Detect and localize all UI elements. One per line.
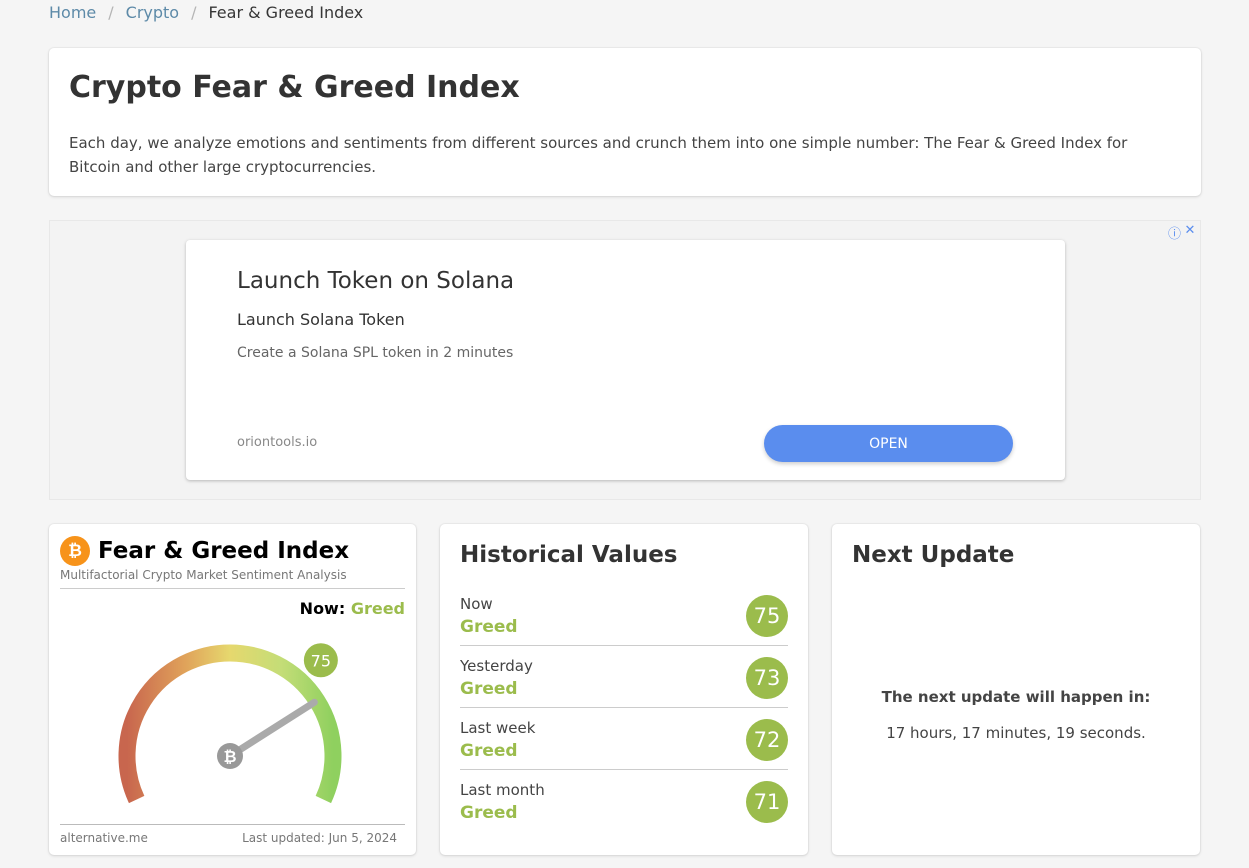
history-classification: Greed [460, 803, 518, 823]
history-classification: Greed [460, 740, 518, 761]
widget-last-updated: Last updated: Jun 5, 2024 [242, 831, 397, 845]
breadcrumb-home-link[interactable]: Home [49, 3, 96, 22]
history-period: Yesterday [460, 656, 533, 675]
ad-choices: ⓘ ✕ [1168, 223, 1196, 242]
now-status: Now: Greed [60, 599, 405, 618]
history-period: Last week [460, 718, 536, 737]
history-period: Now [460, 594, 493, 613]
gauge-hub-symbol: ₿ [223, 747, 236, 766]
history-value-badge: 75 [746, 594, 788, 637]
now-label: Now: [299, 599, 346, 618]
list-item: Yesterday Greed 73 [460, 646, 788, 708]
widget-header: ₿ Fear & Greed Index [60, 536, 405, 566]
historical-list: Now Greed 75 Yesterday Greed 73 Last wee… [460, 584, 788, 832]
gauge-value-text: 75 [311, 651, 331, 670]
ad-subheadline: Launch Solana Token [237, 310, 405, 329]
history-value-badge: 72 [746, 718, 788, 761]
ad-headline[interactable]: Launch Token on Solana [237, 268, 514, 294]
breadcrumb: Home / Crypto / Fear & Greed Index [49, 2, 363, 22]
historical-title: Historical Values [460, 542, 678, 568]
widget-subtitle: Multifactorial Crypto Market Sentiment A… [60, 568, 405, 589]
widget-source: alternative.me [60, 831, 148, 845]
widget-title: Fear & Greed Index [98, 538, 350, 564]
list-item: Last month Greed 71 [460, 770, 788, 832]
history-classification: Greed [460, 678, 518, 699]
ad-card[interactable]: Launch Token on Solana Launch Solana Tok… [186, 240, 1065, 480]
gauge-arc [118, 644, 342, 804]
page-title: Crypto Fear & Greed Index [69, 70, 520, 105]
ad-container: ⓘ ✕ Launch Token on Solana Launch Solana… [49, 220, 1201, 500]
breadcrumb-separator: / [191, 2, 197, 22]
now-classification: Greed [350, 599, 405, 618]
history-period: Last month [460, 781, 545, 799]
breadcrumb-current: Fear & Greed Index [208, 2, 364, 22]
breadcrumb-crypto-link[interactable]: Crypto [126, 3, 179, 22]
next-update-countdown: 17 hours, 17 minutes, 19 seconds. [886, 724, 1146, 742]
ad-description: Create a Solana SPL token in 2 minutes [237, 345, 514, 361]
intro-description: Each day, we analyze emotions and sentim… [69, 134, 1128, 176]
list-item: Now Greed 75 [460, 584, 788, 646]
ad-open-button[interactable]: OPEN [764, 425, 1013, 462]
history-classification: Greed [460, 616, 518, 637]
historical-values-card: Historical Values Now Greed 75 Yesterday… [440, 524, 808, 855]
intro-card: Crypto Fear & Greed Index Each day, we a… [49, 48, 1201, 196]
info-icon[interactable]: ⓘ [1168, 223, 1181, 242]
history-value-badge: 73 [746, 656, 788, 699]
history-value-badge: 71 [746, 781, 788, 823]
next-update-card: Next Update The next update will happen … [832, 524, 1200, 855]
close-icon[interactable]: ✕ [1184, 223, 1196, 242]
bitcoin-icon: ₿ [60, 536, 90, 566]
ad-domain: oriontools.io [237, 435, 318, 450]
list-item: Last week Greed 72 [460, 708, 788, 770]
sentiment-gauge: ₿ 75 [118, 643, 342, 804]
next-update-title: Next Update [852, 542, 1015, 568]
breadcrumb-separator: / [108, 2, 114, 22]
next-update-label: The next update will happen in: [881, 688, 1151, 706]
gauge-needle [226, 698, 318, 760]
